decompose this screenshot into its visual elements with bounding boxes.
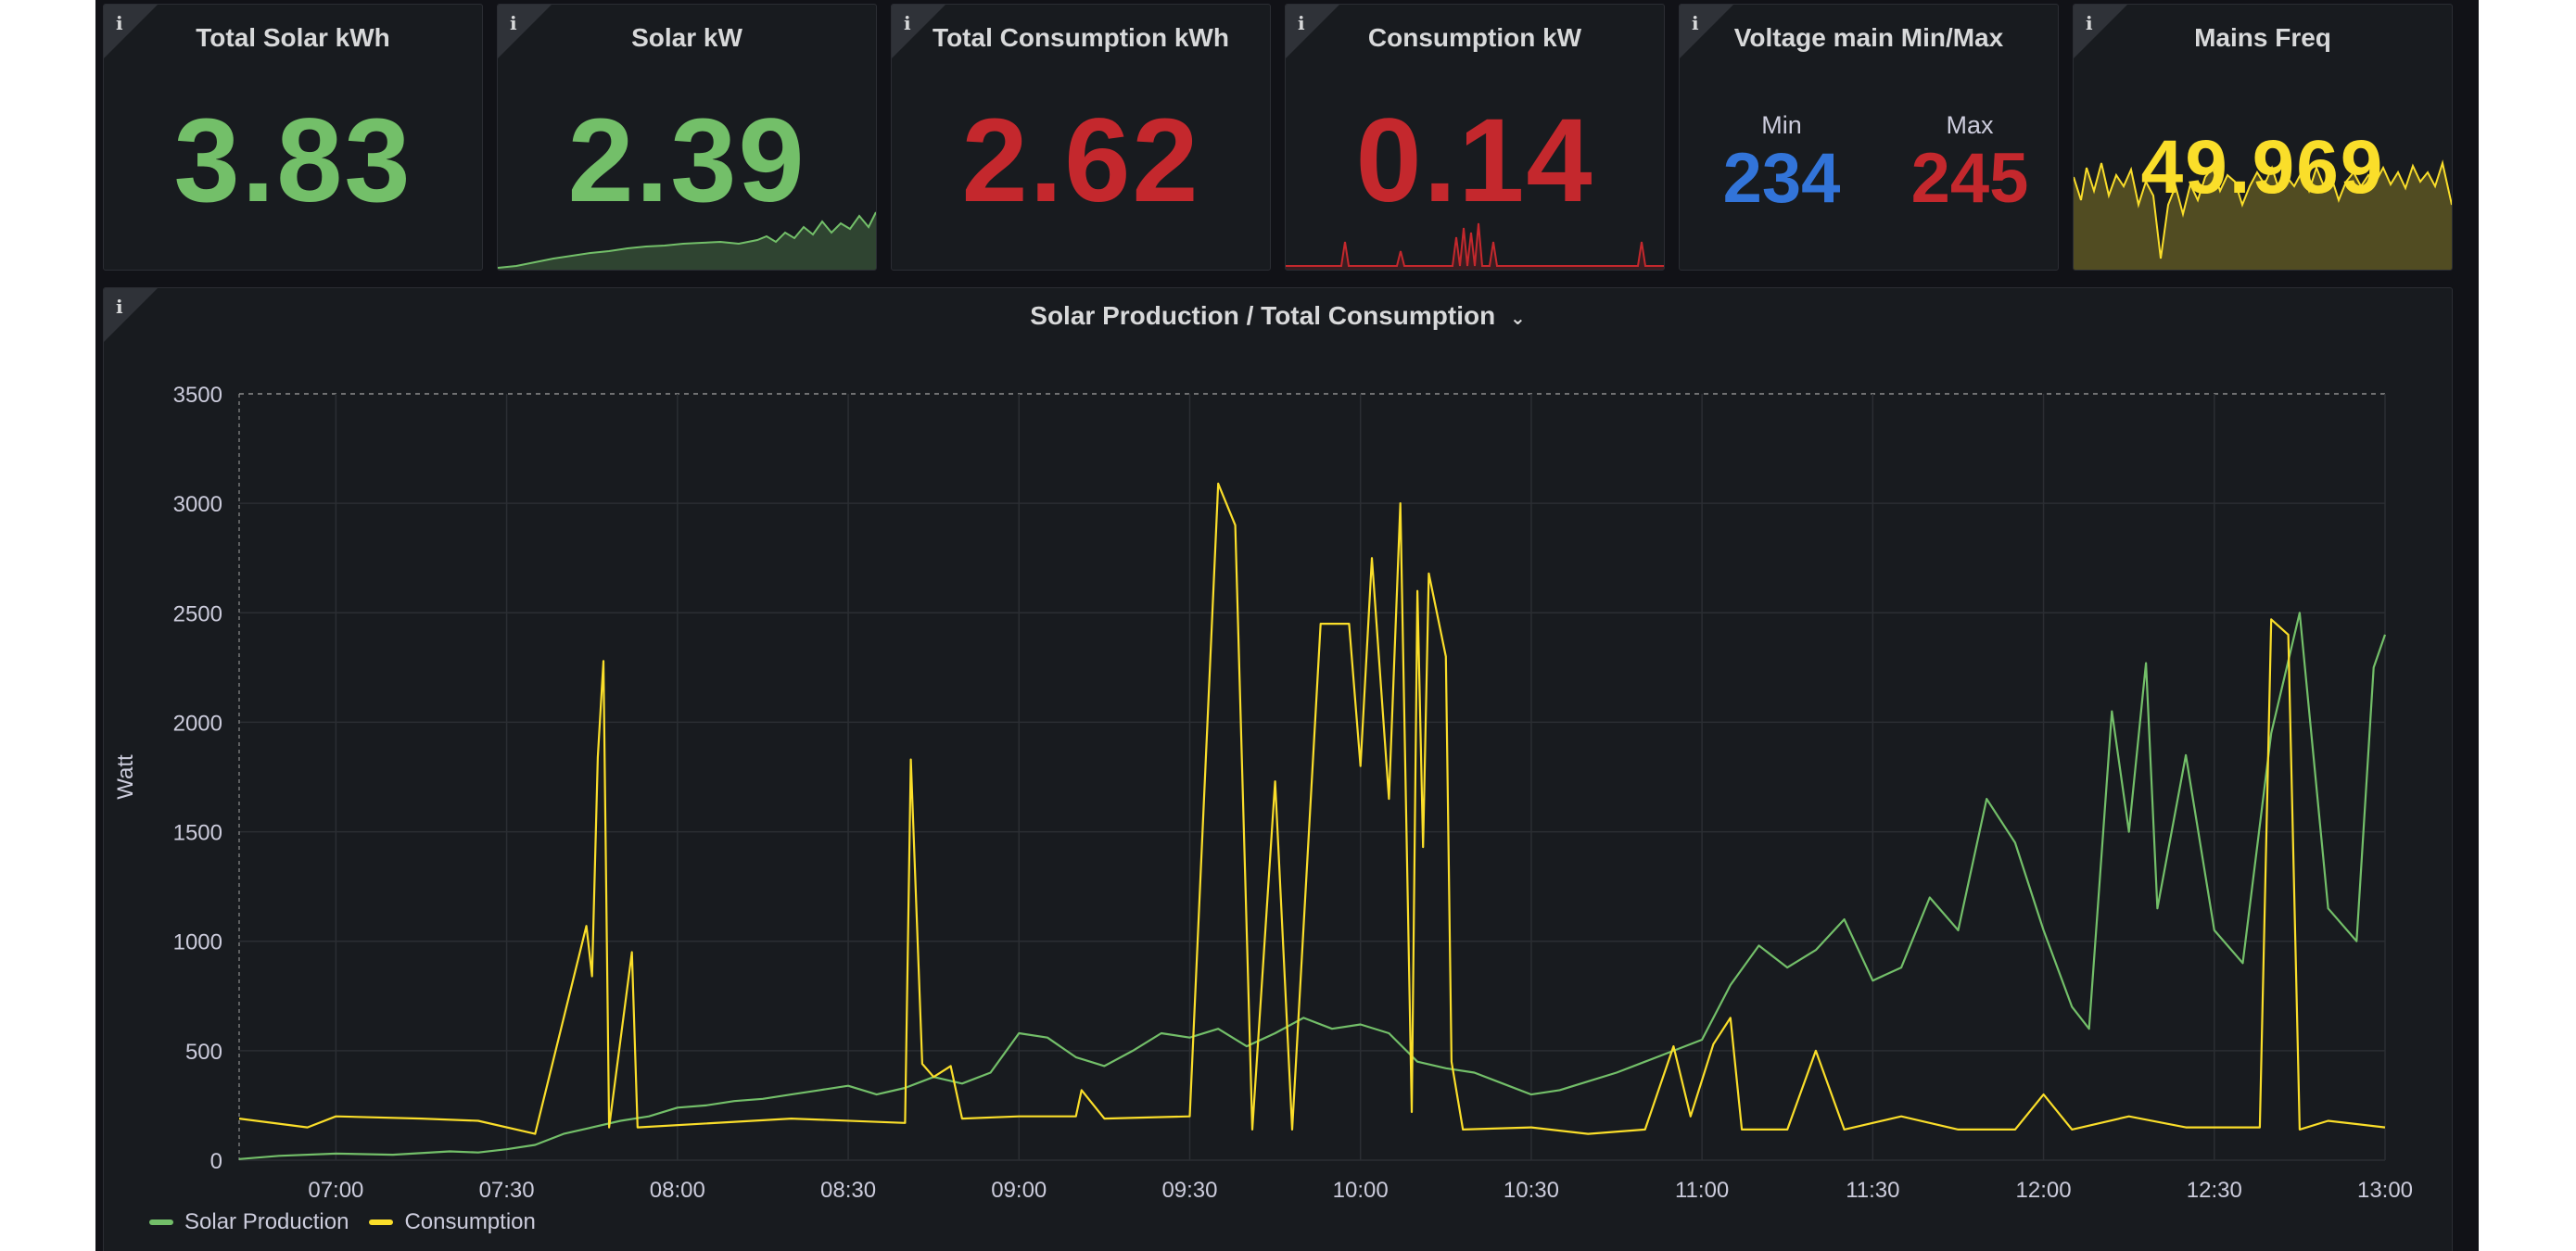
x-tick-label: 07:30 — [479, 1178, 535, 1203]
x-tick-label: 11:30 — [1846, 1178, 1899, 1203]
timeseries-chart[interactable]: 0 500 1000 1500 2000 2500 3000 3500 07:00 07:30 08… — [95, 0, 2479, 1251]
dashboard: i Total Solar kWh 3.83 i Solar kW 2.39 i… — [95, 0, 2479, 1251]
y-tick-label: 0 — [210, 1149, 222, 1174]
legend-swatch — [369, 1219, 394, 1225]
y-tick-label: 3500 — [173, 383, 222, 408]
y-tick-label: 500 — [185, 1040, 222, 1065]
y-tick-label: 3000 — [173, 492, 222, 517]
x-tick-label: 09:30 — [1161, 1178, 1217, 1203]
x-tick-label: 10:30 — [1504, 1178, 1559, 1203]
y-tick-label: 1500 — [173, 821, 222, 846]
x-tick-label: 08:00 — [650, 1178, 705, 1203]
x-tick-label: 13:00 — [2357, 1178, 2413, 1203]
series-line-consumption — [238, 482, 2386, 1135]
x-tick-label: 12:30 — [2187, 1178, 2242, 1203]
y-tick-label: 1000 — [173, 930, 222, 955]
legend-label: Consumption — [404, 1209, 536, 1234]
chart-legend: Solar Production Consumption — [149, 1209, 536, 1235]
x-tick-label: 10:00 — [1333, 1178, 1389, 1203]
legend-item-solar[interactable]: Solar Production — [149, 1209, 349, 1235]
x-tick-label: 07:00 — [308, 1178, 363, 1203]
x-tick-label: 09:00 — [991, 1178, 1047, 1203]
legend-swatch — [149, 1219, 173, 1225]
y-tick-label: 2500 — [173, 601, 222, 626]
legend-item-consumption[interactable]: Consumption — [369, 1209, 536, 1235]
x-tick-label: 12:00 — [2016, 1178, 2072, 1203]
legend-label: Solar Production — [184, 1209, 349, 1234]
x-tick-label: 08:30 — [820, 1178, 876, 1203]
y-tick-label: 2000 — [173, 711, 222, 736]
series-line-solar-production — [238, 612, 2387, 1160]
x-tick-label: 11:00 — [1675, 1178, 1729, 1203]
y-axis-label: Watt — [113, 754, 138, 800]
